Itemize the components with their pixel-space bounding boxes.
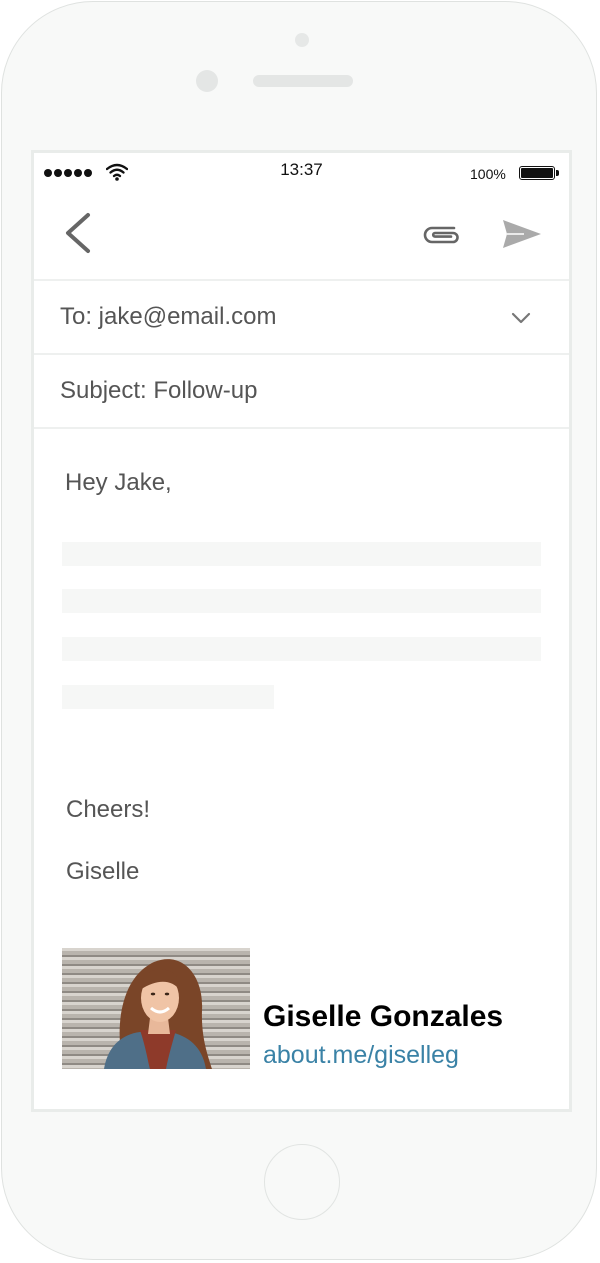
- chevron-left-icon: [66, 213, 90, 253]
- signature-link[interactable]: about.me/giselleg: [263, 1041, 459, 1070]
- to-field[interactable]: To: jake@email.com: [34, 281, 569, 355]
- email-greeting: Hey Jake,: [65, 469, 172, 496]
- to-field-text: To: jake@email.com: [60, 303, 277, 330]
- home-button[interactable]: [264, 1144, 340, 1220]
- email-closing: Cheers!: [66, 796, 151, 823]
- send-icon: [503, 220, 541, 248]
- body-placeholder-line: [62, 685, 274, 709]
- battery-icon: [519, 166, 559, 180]
- back-button[interactable]: [60, 211, 100, 255]
- body-placeholder-line: [62, 589, 541, 613]
- email-compose-screen: 13:37 100% To: jake@email.com Subject: F…: [31, 150, 572, 1112]
- attach-button[interactable]: [420, 219, 466, 249]
- battery-percentage: 100%: [470, 166, 506, 182]
- signature-name: Giselle Gonzales: [263, 1000, 504, 1033]
- subject-field[interactable]: Subject: Follow-up: [34, 355, 569, 429]
- earpiece-speaker: [253, 75, 353, 87]
- status-bar: 13:37 100%: [34, 153, 569, 191]
- body-placeholder-line: [62, 637, 541, 661]
- signature-avatar: [62, 948, 250, 1069]
- paperclip-icon: [423, 226, 459, 244]
- body-placeholder-line: [62, 542, 541, 566]
- email-signoff-name: Giselle: [66, 858, 140, 885]
- proximity-sensor: [196, 70, 218, 92]
- chevron-down-icon[interactable]: [508, 305, 534, 331]
- send-button[interactable]: [500, 217, 544, 251]
- subject-field-text: Subject: Follow-up: [60, 377, 258, 404]
- front-camera: [295, 33, 309, 47]
- compose-toolbar: [34, 191, 569, 281]
